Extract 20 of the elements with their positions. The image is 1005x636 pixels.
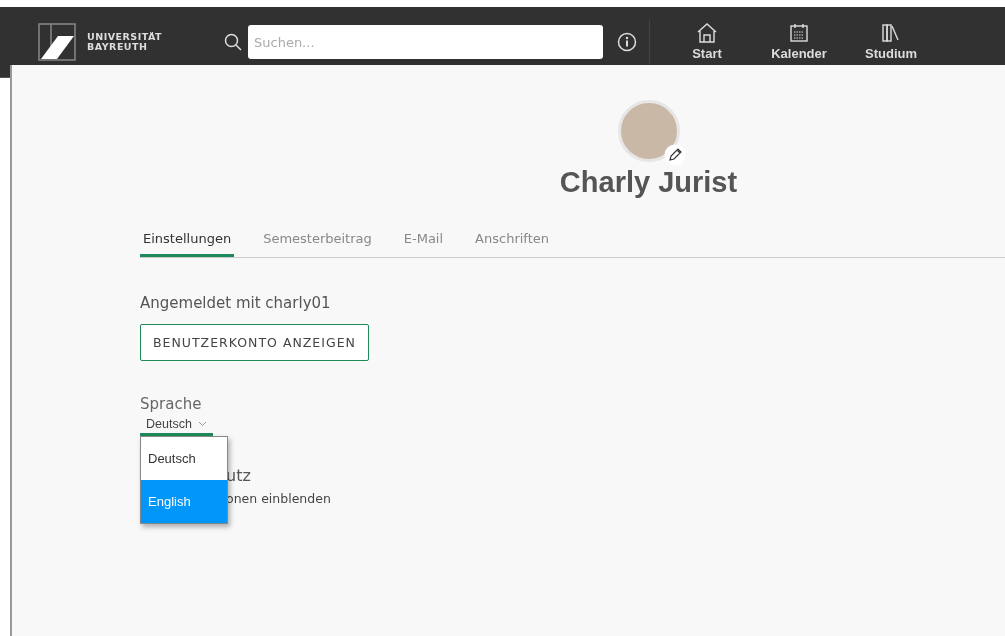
nav-item[interactable]: Studium (848, 23, 934, 61)
logo-text: BAYREUTH (87, 42, 149, 52)
search-icon (224, 33, 242, 51)
search-field[interactable]: Suchen... (248, 25, 603, 59)
logo-text: UNIVERSITÄT (87, 32, 163, 42)
chevron-down-icon (197, 421, 207, 427)
books-icon (881, 23, 901, 43)
login-info: Angemeldet mit charly01 (140, 294, 332, 312)
dropdown-option[interactable]: Deutsch (141, 437, 227, 480)
university-logo-icon (38, 23, 76, 61)
calendar-icon (789, 23, 809, 43)
pencil-icon[interactable] (663, 144, 686, 166)
language-label: Sprache (140, 395, 203, 413)
tab[interactable]: Einstellungen (140, 223, 235, 257)
nav-item[interactable]: Start (664, 23, 750, 61)
show-account-button[interactable]: BENUTZERKONTO ANZEIGEN (140, 324, 369, 361)
info-icon[interactable] (617, 32, 637, 52)
nav-item[interactable]: Kalender (756, 23, 842, 61)
profile-name: Charly Jurist (559, 166, 738, 199)
home-icon (696, 23, 718, 43)
